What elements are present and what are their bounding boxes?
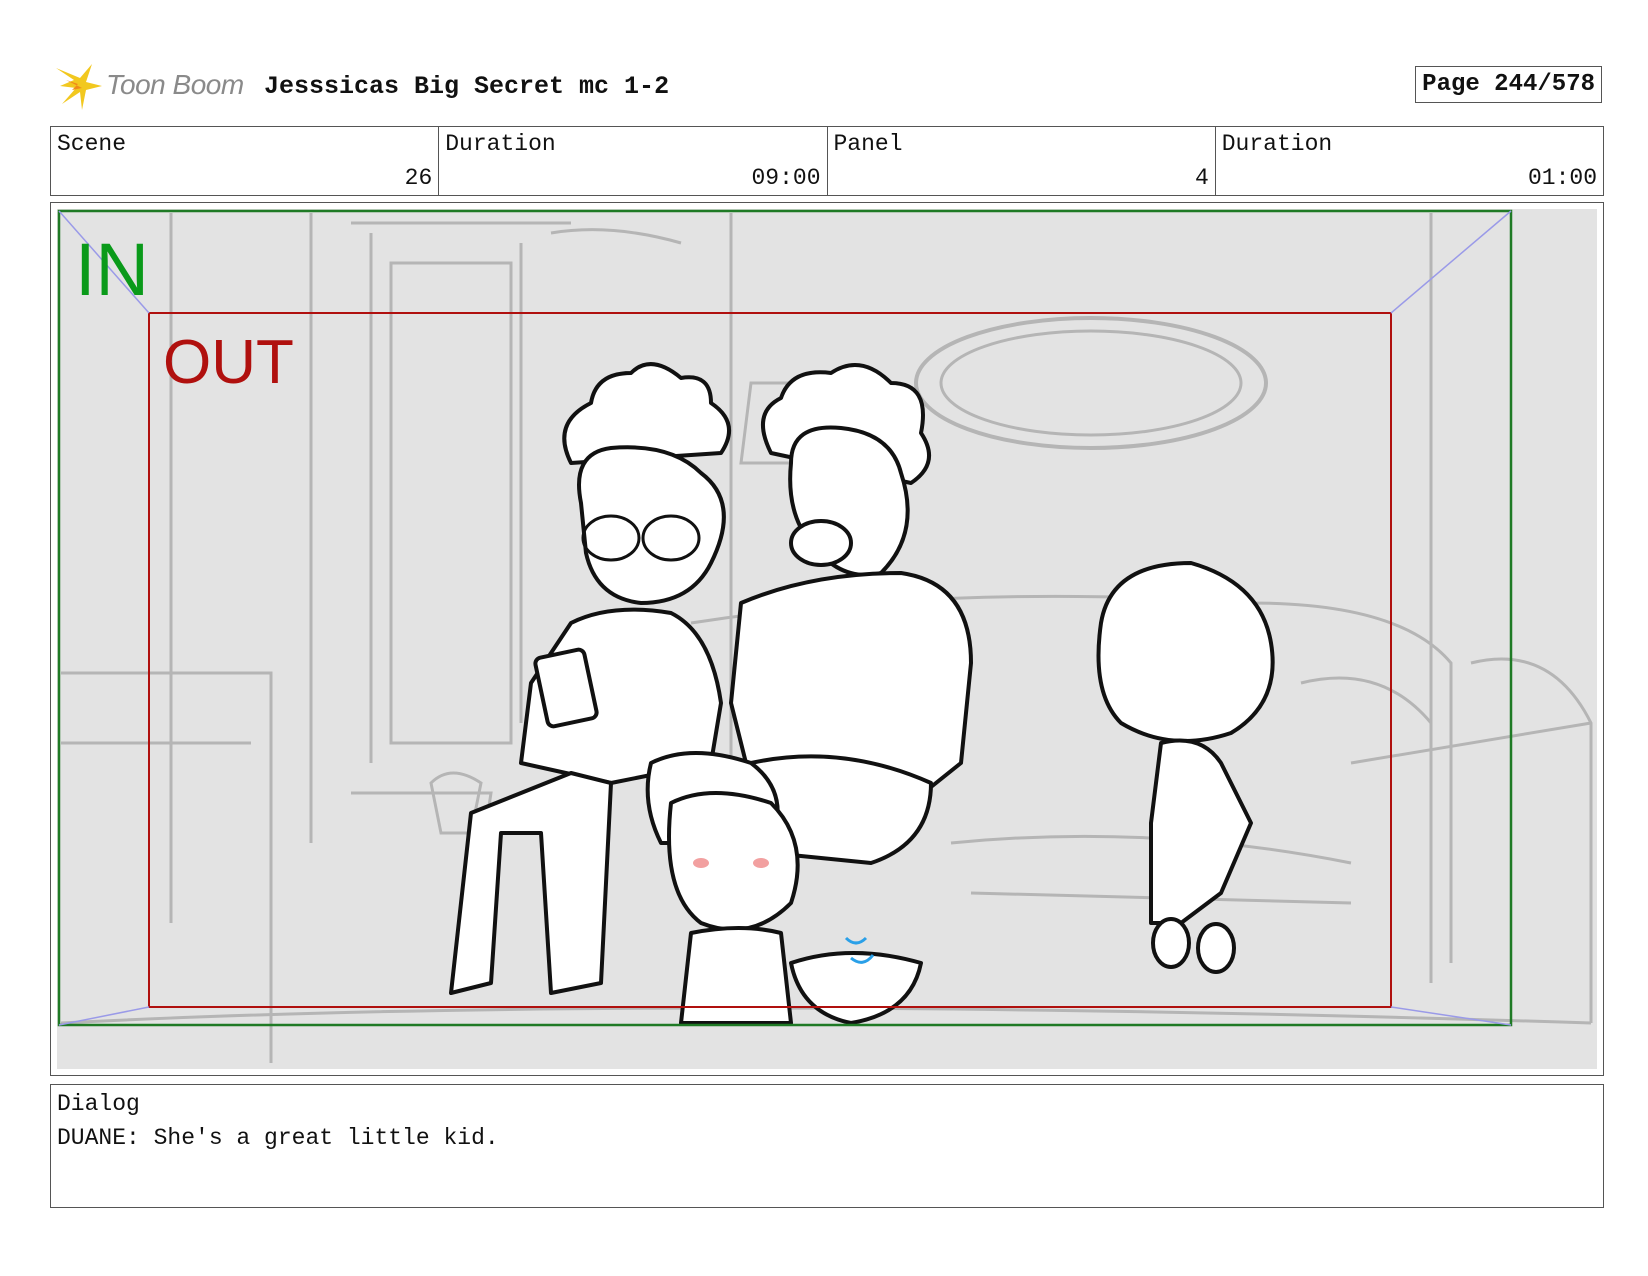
mouth — [789, 519, 853, 567]
character-kid-body — [679, 926, 793, 1025]
out-label: OUT — [163, 328, 294, 397]
panel-duration-label: Duration — [1221, 131, 1333, 157]
in-label: IN — [75, 228, 149, 311]
project-title: Jesssicas Big Secret mc 1-2 — [264, 72, 670, 101]
character-kid-head — [667, 791, 800, 932]
panel-drawing: IN OUT — [57, 209, 1597, 1069]
panel-cell: Panel 4 — [828, 127, 1216, 195]
panel-duration-cell: Duration 01:00 — [1216, 127, 1603, 195]
header: Toon Boom Jesssicas Big Secret mc 1-2 Pa… — [52, 58, 1602, 110]
scene-duration-value: 09:00 — [751, 165, 821, 191]
dialog-box: Dialog DUANE: She's a great little kid. — [50, 1084, 1604, 1208]
toon-boom-logo: Toon Boom — [52, 58, 244, 112]
dialog-label: Dialog — [57, 1091, 140, 1117]
storyboard-panel: IN OUT — [50, 202, 1604, 1076]
scene-cell: Scene 26 — [51, 127, 440, 195]
girl-foot-left — [1151, 917, 1191, 969]
dialog-text: DUANE: She's a great little kid. — [57, 1125, 499, 1151]
girl-foot-right — [1196, 922, 1236, 974]
panel-label: Panel — [833, 131, 903, 157]
page-indicator: Page 244/578 — [1415, 66, 1602, 103]
scene-duration-cell: Duration 09:00 — [439, 127, 828, 195]
starburst-icon — [56, 64, 102, 110]
scene-label: Scene — [57, 131, 127, 157]
logo-text: Toon Boom — [106, 69, 244, 100]
scene-duration-label: Duration — [445, 131, 556, 157]
panel-duration-value: 01:00 — [1527, 165, 1597, 191]
scene-info-table: Scene 26 Duration 09:00 Panel 4 Duration… — [50, 126, 1604, 196]
scene-value: 26 — [404, 165, 433, 191]
panel-value: 4 — [1194, 165, 1209, 191]
